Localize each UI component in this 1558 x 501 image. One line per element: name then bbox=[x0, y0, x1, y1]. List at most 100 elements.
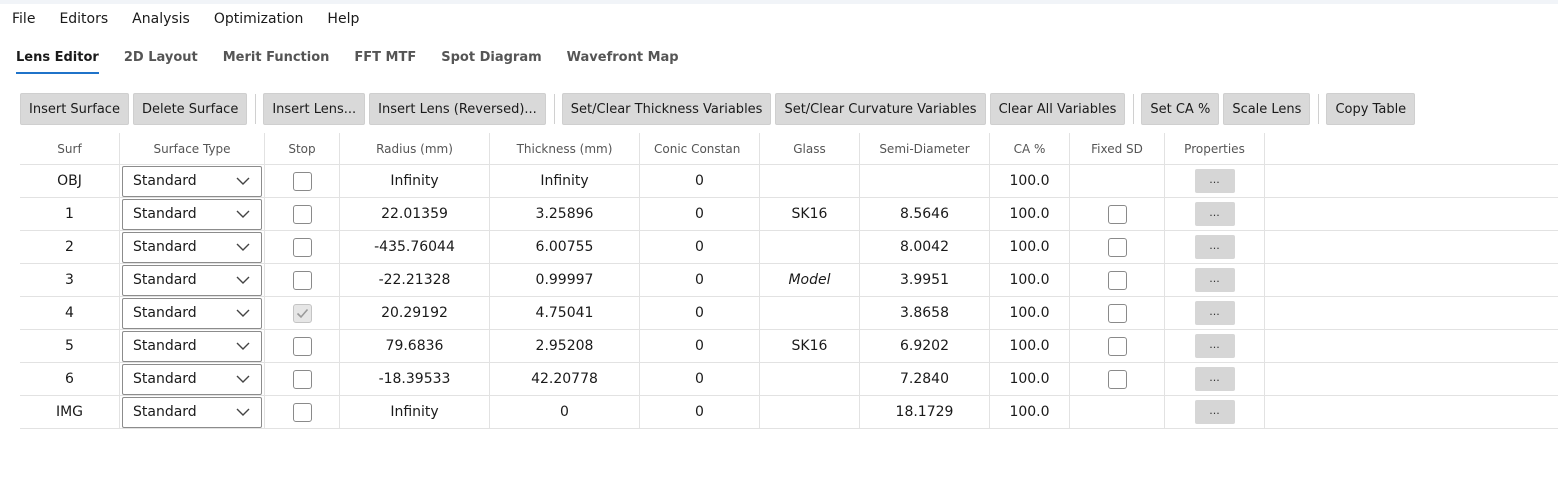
cell-ca[interactable]: 100.0 bbox=[990, 198, 1070, 230]
surface-type-dropdown[interactable]: Standard bbox=[122, 198, 262, 230]
tab-merit-function[interactable]: Merit Function bbox=[223, 50, 330, 74]
properties-button[interactable]: ... bbox=[1194, 400, 1235, 424]
tab-fft-mtf[interactable]: FFT MTF bbox=[354, 50, 416, 74]
set-clear-curvature-variables-button[interactable]: Set/Clear Curvature Variables bbox=[775, 93, 986, 125]
cell-radius[interactable]: -22.21328 bbox=[340, 264, 490, 296]
cell-radius[interactable]: 22.01359 bbox=[340, 198, 490, 230]
set-clear-thickness-variables-button[interactable]: Set/Clear Thickness Variables bbox=[561, 93, 772, 125]
stop-checkbox[interactable] bbox=[292, 237, 312, 257]
cell-conic[interactable]: 0 bbox=[640, 396, 760, 428]
cell-surf[interactable]: 5 bbox=[20, 330, 120, 362]
cell-thickness[interactable]: 42.20778 bbox=[490, 363, 640, 395]
cell-ca[interactable]: 100.0 bbox=[990, 264, 1070, 296]
cell-semi-diameter[interactable]: 8.5646 bbox=[860, 198, 990, 230]
cell-thickness[interactable]: 6.00755 bbox=[490, 231, 640, 263]
properties-button[interactable]: ... bbox=[1194, 235, 1235, 259]
cell-conic[interactable]: 0 bbox=[640, 165, 760, 197]
cell-conic[interactable]: 0 bbox=[640, 330, 760, 362]
cell-surf[interactable]: OBJ bbox=[20, 165, 120, 197]
stop-checkbox[interactable] bbox=[292, 369, 312, 389]
cell-glass[interactable] bbox=[760, 396, 860, 428]
fixed-sd-checkbox[interactable] bbox=[1107, 270, 1127, 290]
copy-table-button[interactable]: Copy Table bbox=[1326, 93, 1416, 125]
cell-surf[interactable]: 2 bbox=[20, 231, 120, 263]
stop-checkbox[interactable] bbox=[292, 270, 312, 290]
cell-radius[interactable]: 20.29192 bbox=[340, 297, 490, 329]
fixed-sd-checkbox[interactable] bbox=[1107, 336, 1127, 356]
surface-type-dropdown[interactable]: Standard bbox=[122, 297, 262, 329]
cell-ca[interactable]: 100.0 bbox=[990, 165, 1070, 197]
surface-type-dropdown[interactable]: Standard bbox=[122, 363, 262, 395]
cell-surf[interactable]: 6 bbox=[20, 363, 120, 395]
menu-analysis[interactable]: Analysis bbox=[120, 11, 202, 27]
menu-editors[interactable]: Editors bbox=[47, 11, 120, 27]
fixed-sd-checkbox[interactable] bbox=[1107, 369, 1127, 389]
cell-thickness[interactable]: 0 bbox=[490, 396, 640, 428]
cell-glass[interactable] bbox=[760, 363, 860, 395]
cell-semi-diameter[interactable]: 3.9951 bbox=[860, 264, 990, 296]
menu-file[interactable]: File bbox=[0, 11, 47, 27]
tab-2d-layout[interactable]: 2D Layout bbox=[124, 50, 198, 74]
surface-type-dropdown[interactable]: Standard bbox=[122, 231, 262, 263]
cell-ca[interactable]: 100.0 bbox=[990, 231, 1070, 263]
menu-help[interactable]: Help bbox=[315, 11, 371, 27]
cell-conic[interactable]: 0 bbox=[640, 363, 760, 395]
cell-radius[interactable]: 79.6836 bbox=[340, 330, 490, 362]
surface-type-dropdown[interactable]: Standard bbox=[122, 264, 262, 296]
cell-thickness[interactable]: 0.99997 bbox=[490, 264, 640, 296]
cell-semi-diameter[interactable]: 7.2840 bbox=[860, 363, 990, 395]
cell-thickness[interactable]: 4.75041 bbox=[490, 297, 640, 329]
fixed-sd-checkbox[interactable] bbox=[1107, 303, 1127, 323]
cell-ca[interactable]: 100.0 bbox=[990, 330, 1070, 362]
menu-optimization[interactable]: Optimization bbox=[202, 11, 316, 27]
fixed-sd-checkbox[interactable] bbox=[1107, 237, 1127, 257]
cell-surf[interactable]: IMG bbox=[20, 396, 120, 428]
properties-button[interactable]: ... bbox=[1194, 367, 1235, 391]
cell-conic[interactable]: 0 bbox=[640, 231, 760, 263]
cell-radius[interactable]: -435.76044 bbox=[340, 231, 490, 263]
cell-semi-diameter[interactable]: 6.9202 bbox=[860, 330, 990, 362]
cell-surf[interactable]: 4 bbox=[20, 297, 120, 329]
stop-checkbox[interactable] bbox=[292, 171, 312, 191]
cell-ca[interactable]: 100.0 bbox=[990, 297, 1070, 329]
cell-surf[interactable]: 3 bbox=[20, 264, 120, 296]
cell-conic[interactable]: 0 bbox=[640, 198, 760, 230]
cell-semi-diameter[interactable]: 3.8658 bbox=[860, 297, 990, 329]
cell-radius[interactable]: -18.39533 bbox=[340, 363, 490, 395]
cell-semi-diameter[interactable]: 18.1729 bbox=[860, 396, 990, 428]
cell-radius[interactable]: Infinity bbox=[340, 165, 490, 197]
insert-surface-button[interactable]: Insert Surface bbox=[20, 93, 129, 125]
scale-lens-button[interactable]: Scale Lens bbox=[1223, 93, 1311, 125]
cell-conic[interactable]: 0 bbox=[640, 264, 760, 296]
properties-button[interactable]: ... bbox=[1194, 268, 1235, 292]
clear-all-variables-button[interactable]: Clear All Variables bbox=[989, 93, 1126, 125]
set-ca-button[interactable]: Set CA % bbox=[1141, 93, 1220, 125]
properties-button[interactable]: ... bbox=[1194, 301, 1235, 325]
cell-conic[interactable]: 0 bbox=[640, 297, 760, 329]
cell-thickness[interactable]: 2.95208 bbox=[490, 330, 640, 362]
delete-surface-button[interactable]: Delete Surface bbox=[132, 93, 248, 125]
cell-glass[interactable] bbox=[760, 297, 860, 329]
cell-glass[interactable]: Model bbox=[760, 264, 860, 296]
cell-glass[interactable] bbox=[760, 231, 860, 263]
tab-wavefront-map[interactable]: Wavefront Map bbox=[567, 50, 679, 74]
surface-type-dropdown[interactable]: Standard bbox=[122, 165, 262, 197]
surface-type-dropdown[interactable]: Standard bbox=[122, 330, 262, 362]
cell-glass[interactable]: SK16 bbox=[760, 198, 860, 230]
properties-button[interactable]: ... bbox=[1194, 334, 1235, 358]
stop-checkbox[interactable] bbox=[292, 204, 312, 224]
stop-checkbox[interactable] bbox=[292, 336, 312, 356]
cell-semi-diameter[interactable] bbox=[860, 165, 990, 197]
cell-radius[interactable]: Infinity bbox=[340, 396, 490, 428]
tab-lens-editor[interactable]: Lens Editor bbox=[16, 50, 99, 74]
cell-thickness[interactable]: Infinity bbox=[490, 165, 640, 197]
cell-ca[interactable]: 100.0 bbox=[990, 396, 1070, 428]
stop-checkbox[interactable] bbox=[292, 402, 312, 422]
insert-lens-reversed-button[interactable]: Insert Lens (Reversed)... bbox=[369, 93, 546, 125]
cell-ca[interactable]: 100.0 bbox=[990, 363, 1070, 395]
properties-button[interactable]: ... bbox=[1194, 169, 1235, 193]
properties-button[interactable]: ... bbox=[1194, 202, 1235, 226]
stop-checkbox[interactable] bbox=[292, 303, 312, 323]
cell-surf[interactable]: 1 bbox=[20, 198, 120, 230]
cell-thickness[interactable]: 3.25896 bbox=[490, 198, 640, 230]
